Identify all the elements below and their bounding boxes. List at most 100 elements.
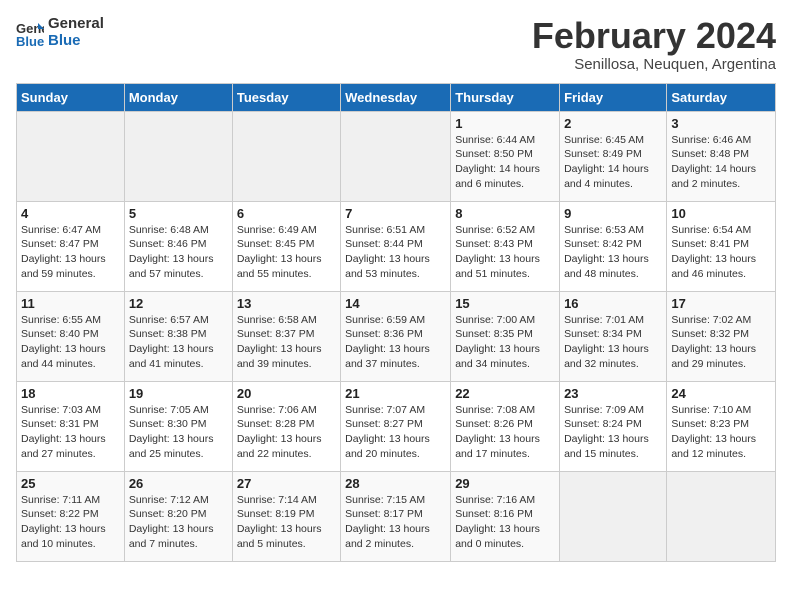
day-info: Sunrise: 7:05 AM Sunset: 8:30 PM Dayligh… <box>129 403 228 462</box>
weekday-header-tuesday: Tuesday <box>232 83 340 111</box>
day-info: Sunrise: 6:51 AM Sunset: 8:44 PM Dayligh… <box>345 223 446 282</box>
day-info: Sunrise: 7:12 AM Sunset: 8:20 PM Dayligh… <box>129 493 228 552</box>
day-number: 10 <box>671 206 771 221</box>
calendar-cell: 3 Sunrise: 6:46 AM Sunset: 8:48 PM Daylig… <box>667 111 776 201</box>
calendar-cell: 18 Sunrise: 7:03 AM Sunset: 8:31 PM Dayli… <box>17 381 125 471</box>
week-row-2: 4 Sunrise: 6:47 AM Sunset: 8:47 PM Daylig… <box>17 201 776 291</box>
day-number: 17 <box>671 296 771 311</box>
day-number: 4 <box>21 206 120 221</box>
calendar-cell: 12 Sunrise: 6:57 AM Sunset: 8:38 PM Dayli… <box>124 291 232 381</box>
calendar-cell: 24Sunrise: 7:10 AM Sunset: 8:23 PM Dayli… <box>667 381 776 471</box>
calendar-cell: 10 Sunrise: 6:54 AM Sunset: 8:41 PM Dayli… <box>667 201 776 291</box>
day-info: Sunrise: 7:02 AM Sunset: 8:32 PM Dayligh… <box>671 313 771 372</box>
location: Senillosa, Neuquen, Argentina <box>532 56 776 73</box>
logo: General Blue General Blue <box>16 16 104 49</box>
day-info: Sunrise: 6:58 AM Sunset: 8:37 PM Dayligh… <box>237 313 336 372</box>
calendar-cell: 23Sunrise: 7:09 AM Sunset: 8:24 PM Dayli… <box>560 381 667 471</box>
calendar-cell: 19 Sunrise: 7:05 AM Sunset: 8:30 PM Dayli… <box>124 381 232 471</box>
calendar-cell <box>232 111 340 201</box>
day-number: 1 <box>455 116 555 131</box>
day-number: 16 <box>564 296 662 311</box>
calendar-cell: 4 Sunrise: 6:47 AM Sunset: 8:47 PM Daylig… <box>17 201 125 291</box>
calendar-cell: 28 Sunrise: 7:15 AM Sunset: 8:17 PM Dayli… <box>341 471 451 561</box>
weekday-header-row: SundayMondayTuesdayWednesdayThursdayFrid… <box>17 83 776 111</box>
day-number: 29 <box>455 476 555 491</box>
day-info: Sunrise: 6:54 AM Sunset: 8:41 PM Dayligh… <box>671 223 771 282</box>
week-row-1: 1Sunrise: 6:44 AM Sunset: 8:50 PM Daylig… <box>17 111 776 201</box>
calendar-table: SundayMondayTuesdayWednesdayThursdayFrid… <box>16 83 776 562</box>
logo-general: General <box>48 16 104 33</box>
weekday-header-wednesday: Wednesday <box>341 83 451 111</box>
day-number: 3 <box>671 116 771 131</box>
day-info: Sunrise: 7:01 AM Sunset: 8:34 PM Dayligh… <box>564 313 662 372</box>
day-number: 11 <box>21 296 120 311</box>
weekday-header-friday: Friday <box>560 83 667 111</box>
calendar-cell: 21 Sunrise: 7:07 AM Sunset: 8:27 PM Dayli… <box>341 381 451 471</box>
day-number: 28 <box>345 476 446 491</box>
calendar-cell: 29 Sunrise: 7:16 AM Sunset: 8:16 PM Dayli… <box>451 471 560 561</box>
day-number: 5 <box>129 206 228 221</box>
calendar-cell: 20 Sunrise: 7:06 AM Sunset: 8:28 PM Dayli… <box>232 381 340 471</box>
calendar-cell: 13 Sunrise: 6:58 AM Sunset: 8:37 PM Dayli… <box>232 291 340 381</box>
day-info: Sunrise: 6:46 AM Sunset: 8:48 PM Dayligh… <box>671 133 771 192</box>
day-info: Sunrise: 7:11 AM Sunset: 8:22 PM Dayligh… <box>21 493 120 552</box>
weekday-header-monday: Monday <box>124 83 232 111</box>
calendar-cell: 27Sunrise: 7:14 AM Sunset: 8:19 PM Dayli… <box>232 471 340 561</box>
calendar-cell <box>124 111 232 201</box>
calendar-cell: 14 Sunrise: 6:59 AM Sunset: 8:36 PM Dayli… <box>341 291 451 381</box>
page-header: General Blue General Blue February 2024 … <box>16 16 776 73</box>
day-number: 12 <box>129 296 228 311</box>
day-number: 2 <box>564 116 662 131</box>
day-number: 21 <box>345 386 446 401</box>
day-info: Sunrise: 6:49 AM Sunset: 8:45 PM Dayligh… <box>237 223 336 282</box>
month-title: February 2024 <box>532 16 776 56</box>
day-number: 20 <box>237 386 336 401</box>
calendar-cell: 11Sunrise: 6:55 AM Sunset: 8:40 PM Dayli… <box>17 291 125 381</box>
day-number: 7 <box>345 206 446 221</box>
day-number: 8 <box>455 206 555 221</box>
day-info: Sunrise: 6:57 AM Sunset: 8:38 PM Dayligh… <box>129 313 228 372</box>
week-row-3: 11Sunrise: 6:55 AM Sunset: 8:40 PM Dayli… <box>17 291 776 381</box>
day-info: Sunrise: 6:52 AM Sunset: 8:43 PM Dayligh… <box>455 223 555 282</box>
day-info: Sunrise: 7:07 AM Sunset: 8:27 PM Dayligh… <box>345 403 446 462</box>
weekday-header-thursday: Thursday <box>451 83 560 111</box>
logo-blue: Blue <box>48 33 104 50</box>
day-number: 13 <box>237 296 336 311</box>
calendar-cell <box>341 111 451 201</box>
day-info: Sunrise: 6:48 AM Sunset: 8:46 PM Dayligh… <box>129 223 228 282</box>
weekday-header-saturday: Saturday <box>667 83 776 111</box>
day-info: Sunrise: 7:16 AM Sunset: 8:16 PM Dayligh… <box>455 493 555 552</box>
day-number: 18 <box>21 386 120 401</box>
calendar-cell <box>667 471 776 561</box>
calendar-cell: 17 Sunrise: 7:02 AM Sunset: 8:32 PM Dayli… <box>667 291 776 381</box>
svg-text:Blue: Blue <box>16 34 44 47</box>
calendar-cell: 16 Sunrise: 7:01 AM Sunset: 8:34 PM Dayli… <box>560 291 667 381</box>
day-number: 6 <box>237 206 336 221</box>
calendar-cell <box>560 471 667 561</box>
day-info: Sunrise: 6:59 AM Sunset: 8:36 PM Dayligh… <box>345 313 446 372</box>
day-number: 23 <box>564 386 662 401</box>
calendar-cell: 2Sunrise: 6:45 AM Sunset: 8:49 PM Daylig… <box>560 111 667 201</box>
day-number: 26 <box>129 476 228 491</box>
day-number: 27 <box>237 476 336 491</box>
day-info: Sunrise: 7:06 AM Sunset: 8:28 PM Dayligh… <box>237 403 336 462</box>
calendar-cell: 25 Sunrise: 7:11 AM Sunset: 8:22 PM Dayli… <box>17 471 125 561</box>
calendar-cell: 22 Sunrise: 7:08 AM Sunset: 8:26 PM Dayli… <box>451 381 560 471</box>
calendar-cell <box>17 111 125 201</box>
day-number: 14 <box>345 296 446 311</box>
calendar-cell: 8 Sunrise: 6:52 AM Sunset: 8:43 PM Daylig… <box>451 201 560 291</box>
calendar-cell: 5 Sunrise: 6:48 AM Sunset: 8:46 PM Daylig… <box>124 201 232 291</box>
day-number: 19 <box>129 386 228 401</box>
day-info: Sunrise: 7:15 AM Sunset: 8:17 PM Dayligh… <box>345 493 446 552</box>
day-info: Sunrise: 7:08 AM Sunset: 8:26 PM Dayligh… <box>455 403 555 462</box>
day-info: Sunrise: 6:47 AM Sunset: 8:47 PM Dayligh… <box>21 223 120 282</box>
calendar-cell: 7 Sunrise: 6:51 AM Sunset: 8:44 PM Daylig… <box>341 201 451 291</box>
day-number: 9 <box>564 206 662 221</box>
day-number: 25 <box>21 476 120 491</box>
calendar-cell: 1Sunrise: 6:44 AM Sunset: 8:50 PM Daylig… <box>451 111 560 201</box>
day-number: 22 <box>455 386 555 401</box>
day-info: Sunrise: 7:00 AM Sunset: 8:35 PM Dayligh… <box>455 313 555 372</box>
day-info: Sunrise: 7:03 AM Sunset: 8:31 PM Dayligh… <box>21 403 120 462</box>
title-block: February 2024 Senillosa, Neuquen, Argent… <box>532 16 776 73</box>
weekday-header-sunday: Sunday <box>17 83 125 111</box>
